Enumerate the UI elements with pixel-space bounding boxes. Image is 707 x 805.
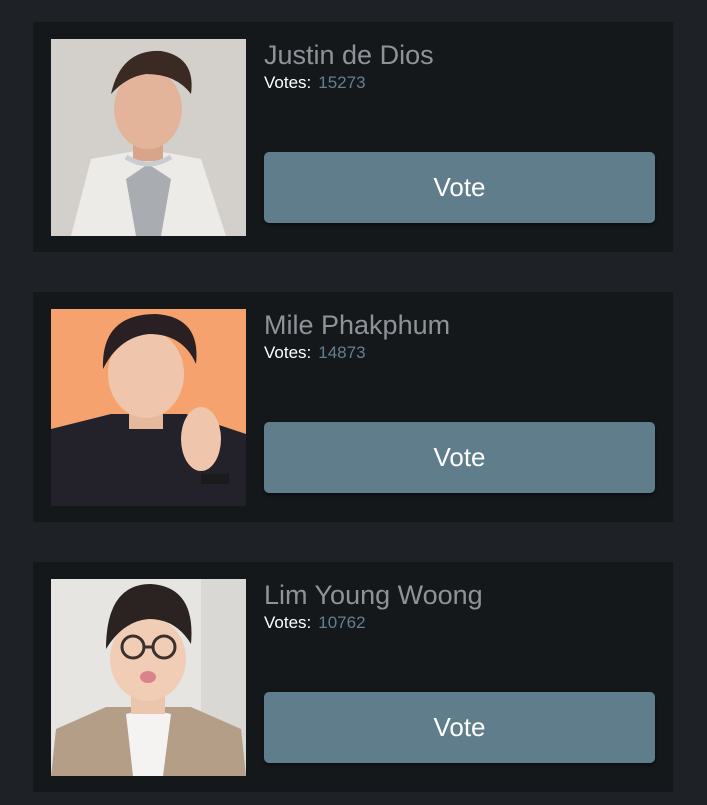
candidate-name: Lim Young Woong <box>264 580 483 610</box>
candidate-name: Mile Phakphum <box>264 310 451 340</box>
candidate-photo <box>51 579 246 776</box>
votes-label: Votes: <box>264 613 312 632</box>
votes-label: Votes: <box>264 73 312 92</box>
candidate-card: Mile Phakphum Votes: 14873 Vote <box>33 292 673 522</box>
candidate-card: Lim Young Woong Votes: 10762 Vote <box>33 562 673 792</box>
candidate-photo <box>51 309 246 506</box>
votes-count: 15273 <box>318 73 366 92</box>
votes-row: Votes: 10762 <box>264 612 366 634</box>
portrait-photo-2 <box>51 309 246 506</box>
candidate-name: Justin de Dios <box>264 40 434 70</box>
vote-button[interactable]: Vote <box>264 152 655 223</box>
votes-count: 14873 <box>318 343 366 362</box>
votes-row: Votes: 14873 <box>264 342 366 364</box>
candidate-card: Justin de Dios Votes: 15273 Vote <box>33 22 673 252</box>
votes-count: 10762 <box>318 613 366 632</box>
votes-label: Votes: <box>264 343 312 362</box>
vote-button[interactable]: Vote <box>264 422 655 493</box>
vote-button[interactable]: Vote <box>264 692 655 763</box>
portrait-photo-3 <box>51 579 246 776</box>
candidate-photo <box>51 39 246 236</box>
portrait-photo-1 <box>51 39 246 236</box>
votes-row: Votes: 15273 <box>264 72 366 94</box>
candidate-list: Justin de Dios Votes: 15273 Vote Mile Ph… <box>0 0 707 805</box>
